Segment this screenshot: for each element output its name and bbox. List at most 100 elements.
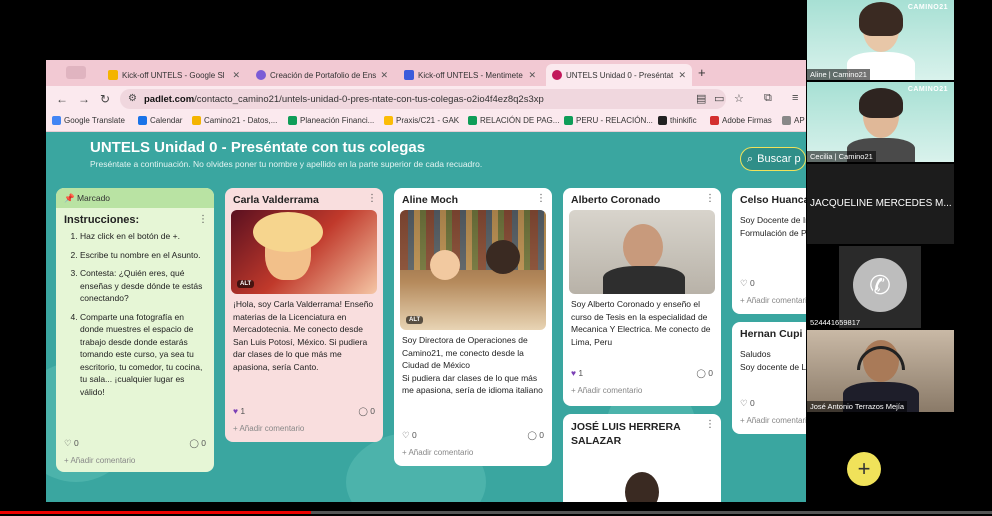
pinned-header: 📌 Marcado [56,188,214,208]
bookmark-adobe[interactable]: Adobe Firmas [710,116,772,125]
bookmark-peru-relacion[interactable]: PERU - RELACIÓN... [564,116,653,125]
like-button[interactable]: ♡ 0 [402,430,417,441]
bookmark-emoji-icon [192,116,201,125]
card-menu-icon[interactable]: ⋮ [705,419,715,430]
comment-button[interactable]: ◯ 0 [189,438,206,449]
add-post-button[interactable]: + [847,452,881,486]
post-photo[interactable]: ALT [400,210,546,330]
tab-mentimeter[interactable]: Kick-off UNTELS - Mentimete ✕ [398,64,542,86]
post-text: Soy Directora de Operaciones de Camino21… [402,335,543,395]
post-text: Saludos Soy docente de Lima - Perú [740,349,806,372]
list-item: Haz click en el botón de +. [80,230,206,243]
post-card[interactable]: Alberto Coronado ⋮ Soy Alberto Coronado … [563,188,721,406]
instructions-card[interactable]: 📌 Marcado ⋮ Instrucciones: Haz click en … [56,188,214,472]
add-comment-label: Añadir comentario [577,386,643,395]
bookmarks-bar: Google Translate Calendar Camino21 - Dat… [46,112,806,132]
reload-icon[interactable]: ↻ [100,92,110,106]
bookmark-label: Praxis/C21 - GAK [396,116,460,125]
close-icon[interactable]: ✕ [380,70,388,81]
like-button[interactable]: ♡ 0 [64,438,79,449]
participant-tile[interactable]: CAMINO21 Cecilia | Camino21 [807,82,954,162]
like-button[interactable]: ♥ 1 [233,406,245,417]
close-icon[interactable]: ✕ [678,70,686,81]
participant-tile[interactable]: ✆ 524441659817 [807,246,954,328]
instructions-list: Haz click en el botón de +. Escribe tu n… [56,230,214,398]
participant-name: José Antonio Terrazos Mejía [807,401,908,412]
new-tab-button[interactable]: + [698,65,706,80]
participant-tile[interactable]: José Antonio Terrazos Mejía [807,330,954,412]
bookmark-calendar[interactable]: Calendar [138,116,182,125]
post-card[interactable]: Hernan Cupi Saludos Soy docente de Lima … [732,322,806,434]
participant-tile[interactable]: JACQUELINE MERCEDES M... [807,164,954,244]
star-icon[interactable]: ☆ [734,92,744,105]
tab-search-icon[interactable] [66,66,86,79]
comment-count: 0 [370,406,375,416]
close-icon[interactable]: ✕ [232,70,240,81]
bookmark-ap[interactable]: AP [782,116,805,125]
tab-padlet[interactable]: UNTELS Unidad 0 - Preséntat ✕ [546,64,692,86]
post-photo[interactable]: ALT [231,210,377,294]
cast-icon[interactable]: ▭ [714,92,724,105]
forward-icon[interactable]: → [78,92,90,106]
list-item: Contesta: ¿Quién eres, qué enseñas y des… [80,267,206,305]
close-icon[interactable]: ✕ [528,70,536,81]
like-count: 0 [749,278,755,288]
add-comment-link[interactable]: + Añadir comentario [571,386,642,395]
post-photo[interactable] [569,210,715,294]
bookmark-planeacion[interactable]: Planeación Financi... [288,116,374,125]
back-icon[interactable]: ← [56,92,68,106]
tab-label: Creación de Portafolio de Ens [270,70,377,80]
tab-portafolio[interactable]: Creación de Portafolio de Ens ✕ [250,64,394,86]
extensions-icon[interactable]: ⧉ [764,92,772,105]
like-button[interactable]: ♥ 1 [571,368,583,379]
shared-screen: Kick-off UNTELS - Google Sl ✕ Creación d… [46,60,806,502]
bookmark-thinkific[interactable]: thinkific [658,116,697,125]
site-info-icon[interactable]: ⚙ [128,93,137,104]
alt-badge[interactable]: ALT [237,280,255,288]
post-photo[interactable] [625,472,659,502]
bookmark-label: PERU - RELACIÓN... [576,116,653,125]
translate-icon [52,116,61,125]
like-button[interactable]: ♡ 0 [740,398,755,409]
tab-label: UNTELS Unidad 0 - Preséntat [566,70,674,80]
video-progress-bar[interactable] [0,511,992,514]
tab-google-slides[interactable]: Kick-off UNTELS - Google Sl ✕ [102,64,246,86]
alt-badge[interactable]: ALT [406,316,424,324]
participant-tile[interactable]: CAMINO21 Aline | Camino21 [807,0,954,80]
add-comment-link[interactable]: + Añadir comentario [740,416,806,425]
like-button[interactable]: ♡ 0 [740,278,755,289]
bookmark-camino21[interactable]: Camino21 - Datos,... [192,116,277,125]
add-comment-label: Añadir comentario [70,456,136,465]
card-menu-icon[interactable]: ⋮ [367,193,377,204]
add-comment-link[interactable]: + Añadir comentari [740,296,806,305]
bookmark-label: AP [794,116,805,125]
page-title: UNTELS Unidad 0 - Preséntate con tus col… [90,139,426,156]
photo-man [623,224,663,270]
address-bar[interactable]: ⚙ padlet.com/contacto_camino21/untels-un… [120,89,726,109]
add-comment-link[interactable]: + Añadir comentario [233,424,304,433]
post-card[interactable]: Aline Moch ⋮ ALT Soy Directora de Operac… [394,188,552,466]
card-menu-icon[interactable]: ⋮ [198,214,208,225]
add-comment-link[interactable]: + Añadir comentario [402,448,473,457]
comment-button[interactable]: ◯ 0 [696,368,713,379]
post-card[interactable]: Carla Valderrama ⋮ ALT ¡Hola, soy Carla … [225,188,383,442]
clipboard-icon[interactable]: ▤ [696,92,706,105]
participant-hair [859,88,903,118]
progress-fill [0,511,311,514]
bookmark-icon [782,116,791,125]
post-card[interactable]: Celso Huanca Soy Docente de Ingeniería d… [732,188,806,314]
photo-hair [253,212,323,252]
card-menu-icon[interactable]: ⋮ [536,193,546,204]
menu-icon[interactable]: ≡ [792,92,798,104]
comment-button[interactable]: ◯ 0 [358,406,375,417]
pinned-label: Marcado [76,193,111,203]
bookmark-relacion-pag[interactable]: RELACIÓN DE PAG... [468,116,559,125]
add-comment-link[interactable]: + Añadir comentario [64,456,135,465]
bookmark-praxis[interactable]: Praxis/C21 - GAK [384,116,459,125]
sheets-icon [468,116,477,125]
card-menu-icon[interactable]: ⋮ [705,193,715,204]
bookmark-google-translate[interactable]: Google Translate [52,116,125,125]
post-card[interactable]: JOSÉ LUIS HERRERA SALAZAR ⋮ [563,414,721,502]
comment-button[interactable]: ◯ 0 [527,430,544,441]
search-input[interactable]: ⌕ Buscar p [740,147,806,171]
